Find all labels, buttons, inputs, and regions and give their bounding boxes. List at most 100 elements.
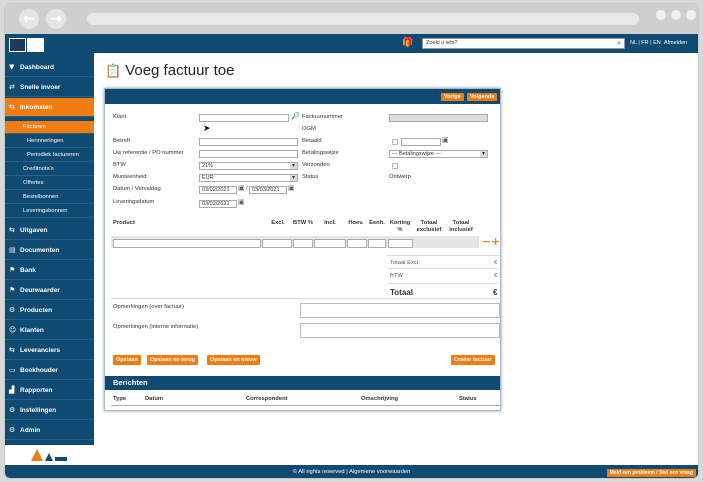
sidebar-item-snelle-invoer[interactable]: ⇄ Snelle invoer — [5, 78, 94, 97]
incl-input[interactable] — [314, 239, 346, 248]
search-customer-icon[interactable]: 🔎 — [291, 112, 300, 120]
app-logo[interactable] — [9, 38, 26, 52]
sidebar-item-rapporten[interactable]: ▟ Rapporten — [5, 381, 94, 400]
betaald-date-input[interactable] — [401, 138, 441, 146]
add-row-icon[interactable]: + — [491, 235, 500, 248]
products-icon: ⚙ — [9, 306, 16, 314]
languages-label[interactable]: NL | FR | EN — [630, 40, 661, 46]
back-icon[interactable]: ← — [19, 9, 39, 29]
sidebar-item-label: Producten — [20, 307, 53, 314]
date-input[interactable]: 03/02/2021 — [199, 186, 237, 194]
sidebar-item-uitgaven[interactable]: ⇆ Uitgaven — [5, 221, 94, 240]
sidebar-item-boekhouder[interactable]: ▭ Boekhouder — [5, 361, 94, 380]
save-back-button[interactable]: Opslaan en terug — [147, 355, 198, 365]
factuurnummer-label: Factuurnummer — [302, 114, 343, 120]
verzonden-checkbox[interactable] — [392, 163, 398, 169]
status-value: Ontwerp — [389, 174, 411, 180]
sidebar-item-admin[interactable]: ⚙ Admin — [5, 421, 94, 440]
betreft-label: Betreft — [113, 138, 131, 144]
bank-icon: ⚑ — [9, 266, 16, 274]
btw-select[interactable]: 21% — [199, 162, 298, 170]
sidebar: ▼ Dashboard ⇄ Snelle invoer ⇆ Inkomsten Fac… — [5, 53, 94, 465]
sidebar-subitem-creditnotas[interactable]: Creditnota's — [5, 163, 94, 176]
sidebar-subitem-offertes[interactable]: Offertes — [5, 177, 94, 190]
product-input[interactable] — [113, 239, 261, 248]
sidebar-item-label: Klanten — [20, 327, 44, 334]
documents-icon: ▤ — [9, 246, 16, 254]
betaald-checkbox[interactable] — [392, 139, 398, 145]
sidebar-item-instellingen[interactable]: ⚙ Instellingen — [5, 401, 94, 420]
prev-button[interactable]: Vorige — [441, 93, 464, 101]
calendar-icon[interactable]: ▣ — [442, 136, 449, 144]
sidebar-item-producten[interactable]: ⚙ Producten — [5, 301, 94, 320]
korting-input[interactable] — [388, 239, 413, 248]
sidebar-item-klanten[interactable]: ☺ Klanten — [5, 321, 94, 340]
section-divider — [111, 298, 500, 299]
save-new-button[interactable]: Opslaan en nieuw — [207, 355, 260, 365]
sidebar-subitem-facturen[interactable]: Facturen — [5, 121, 94, 134]
reports-icon: ▟ — [9, 386, 15, 394]
verzonden-label: Verzonden — [302, 162, 330, 168]
hoev-input[interactable] — [347, 239, 367, 248]
messages-divider — [111, 405, 500, 406]
address-bar[interactable] — [87, 13, 639, 25]
gift-icon[interactable]: 🎁 — [402, 38, 414, 48]
search-input[interactable]: Zoekt u iets? ⌕ — [422, 38, 625, 49]
language-switcher[interactable]: NL | FR | EN Afmelden — [630, 40, 687, 46]
sidebar-subitem-herinneringen[interactable]: Herinneringen — [5, 135, 94, 148]
sidebar-item-bank[interactable]: ⚑ Bank — [5, 261, 94, 280]
btw-input[interactable] — [293, 239, 313, 248]
sidebar-item-deurwaarder[interactable]: ⚑ Deurwaarder — [5, 281, 94, 300]
delivery-date-input[interactable]: 03/02/2021 — [199, 200, 237, 208]
sidebar-item-documenten[interactable]: ▤ Documenten — [5, 241, 94, 260]
klant-input[interactable] — [199, 114, 289, 122]
calendar-icon[interactable]: ▣ — [288, 184, 295, 192]
messages-col-datum: Datum — [145, 396, 164, 402]
sidebar-subitem-periodiek[interactable]: Periodiek factureren — [5, 149, 94, 162]
sidebar-item-label: Uitgaven — [20, 227, 48, 234]
calendar-icon[interactable]: ▣ — [238, 184, 245, 192]
referentie-input[interactable] — [199, 150, 298, 158]
factuurnummer-input[interactable] — [389, 114, 488, 122]
next-button[interactable]: Volgende — [467, 93, 498, 101]
save-button[interactable]: Opslaan — [113, 355, 141, 365]
page-title-text: Voeg factuur toe — [125, 62, 235, 79]
total-btw-currency: € — [494, 273, 498, 279]
remarks-invoice-textarea[interactable] — [300, 303, 500, 318]
totals-divider — [387, 268, 500, 269]
remove-row-icon[interactable]: − — [482, 235, 491, 248]
betalingswijze-select[interactable]: --- Betalingswijze --- — [389, 150, 488, 158]
invoice-form-panel: Vorige Volgende Klant 🔎 Betreft Uw refer… — [104, 88, 501, 411]
col-btw: BTW % — [293, 220, 313, 226]
calendar-icon[interactable]: ▣ — [238, 198, 245, 206]
quick-entry-icon: ⇄ — [9, 83, 15, 91]
report-problem-button[interactable]: Meld een probleem / Stel een vraag — [606, 469, 696, 477]
sidebar-item-dashboard[interactable]: ▼ Dashboard — [5, 58, 94, 77]
create-invoice-button[interactable]: Creëer factuur — [451, 355, 495, 365]
window-dot — [671, 10, 681, 20]
sidebar-subitem-leveringsbonnen[interactable]: Leveringsbonnen — [5, 205, 94, 218]
bailiff-icon: ⚑ — [9, 286, 16, 294]
due-date-input[interactable]: 03/03/2021 — [249, 186, 287, 194]
total-currency: € — [493, 288, 498, 297]
eenh-input[interactable] — [368, 239, 386, 248]
betreft-input[interactable] — [199, 138, 298, 146]
betaald-label: Betaald — [302, 138, 322, 144]
sidebar-subitem-label: Facturen — [23, 124, 46, 130]
sidebar-item-leveranciers[interactable]: ⇆ Leveranciers — [5, 341, 94, 360]
excl-input[interactable] — [262, 239, 292, 248]
col-product: Product — [113, 220, 135, 226]
footer-text[interactable]: © All rights reserved | Algemene voorwaa… — [293, 469, 411, 475]
remarks-internal-textarea[interactable] — [300, 323, 500, 338]
sidebar-subitem-bestelbonnen[interactable]: Bestelbonnen — [5, 191, 94, 204]
currency-select[interactable]: EUR — [199, 174, 298, 182]
clipboard-icon: 📋 — [105, 64, 122, 79]
munteenheid-label: Munteenheid — [113, 174, 147, 180]
total-excl-currency: € — [494, 260, 498, 266]
logout-link[interactable]: Afmelden — [664, 40, 687, 46]
datum-label: Datum / Verval­dag — [113, 186, 161, 192]
expenses-icon: ⇆ — [9, 226, 15, 234]
search-icon[interactable]: ⌕ — [617, 39, 621, 48]
forward-icon[interactable]: → — [46, 9, 66, 29]
sidebar-item-inkomsten[interactable]: ⇆ Inkomsten — [5, 98, 94, 117]
